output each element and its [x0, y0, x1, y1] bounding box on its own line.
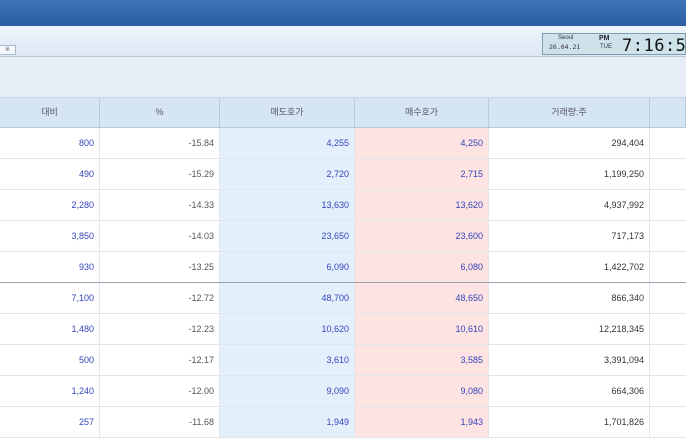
cell-percent: -15.29: [100, 159, 220, 189]
cell-ask-price: 23,650: [220, 221, 355, 251]
cell-extra: [650, 128, 686, 158]
table-row[interactable]: 257 -11.68 1,949 1,943 1,701,826: [0, 407, 686, 438]
clock-time: 7:16:57: [622, 36, 686, 56]
cell-extra: [650, 252, 686, 282]
cell-change: 800: [0, 128, 100, 158]
cell-percent: -12.72: [100, 283, 220, 313]
cell-volume: 3,391,094: [489, 345, 650, 375]
cell-percent: -14.33: [100, 190, 220, 220]
cell-change: 500: [0, 345, 100, 375]
cell-ask-price: 13,630: [220, 190, 355, 220]
cell-ask-price: 4,255: [220, 128, 355, 158]
cell-percent: -12.00: [100, 376, 220, 406]
cell-extra: [650, 376, 686, 406]
toolbar-area: [0, 57, 686, 97]
clock-day: TUE: [600, 44, 612, 50]
cell-ask-price: 6,090: [220, 252, 355, 282]
cell-bid-price: 10,610: [355, 314, 489, 344]
table-row[interactable]: 1,480 -12.23 10,620 10,610 12,218,345: [0, 314, 686, 345]
table-row[interactable]: 800 -15.84 4,255 4,250 294,404: [0, 128, 686, 159]
cell-extra: [650, 159, 686, 189]
cell-volume: 717,173: [489, 221, 650, 251]
col-header-percent[interactable]: %: [100, 98, 220, 127]
cell-volume: 1,701,826: [489, 407, 650, 437]
cell-ask-price: 3,610: [220, 345, 355, 375]
table-row[interactable]: 1,240 -12.00 9,090 9,080 664,306: [0, 376, 686, 407]
cell-bid-price: 1,943: [355, 407, 489, 437]
table-row[interactable]: 930 -13.25 6,090 6,080 1,422,702: [0, 252, 686, 283]
cell-change: 257: [0, 407, 100, 437]
cell-percent: -11.68: [100, 407, 220, 437]
cell-extra: [650, 283, 686, 313]
cell-ask-price: 1,949: [220, 407, 355, 437]
cell-percent: -12.17: [100, 345, 220, 375]
col-header-ask[interactable]: 매도호가: [220, 98, 355, 127]
cell-ask-price: 10,620: [220, 314, 355, 344]
col-header-bid[interactable]: 매수호가: [355, 98, 489, 127]
clock-date: 26.04.21: [549, 43, 581, 51]
cell-volume: 664,306: [489, 376, 650, 406]
tab-stub[interactable]: ※: [0, 45, 16, 55]
cell-extra: [650, 345, 686, 375]
cell-percent: -14.03: [100, 221, 220, 251]
cell-change: 2,280: [0, 190, 100, 220]
table-row[interactable]: 490 -15.29 2,720 2,715 1,199,250: [0, 159, 686, 190]
cell-volume: 1,199,250: [489, 159, 650, 189]
window-titlebar[interactable]: [0, 0, 686, 26]
cell-extra: [650, 407, 686, 437]
world-clock: Seoul 26.04.21 PM TUE 7:16:57: [542, 33, 686, 56]
cell-extra: [650, 190, 686, 220]
clock-city: Seoul: [558, 35, 574, 41]
cell-change: 490: [0, 159, 100, 189]
table-row[interactable]: 2,280 -14.33 13,630 13,620 4,937,992: [0, 190, 686, 221]
cell-bid-price: 4,250: [355, 128, 489, 158]
cell-ask-price: 9,090: [220, 376, 355, 406]
cell-change: 1,240: [0, 376, 100, 406]
cell-volume: 866,340: [489, 283, 650, 313]
cell-extra: [650, 314, 686, 344]
grid-body: 800 -15.84 4,255 4,250 294,404 490 -15.29 2,720…: [0, 128, 686, 438]
cell-percent: -15.84: [100, 128, 220, 158]
cell-bid-price: 2,715: [355, 159, 489, 189]
cell-change: 930: [0, 252, 100, 282]
table-row[interactable]: 500 -12.17 3,610 3,585 3,391,094: [0, 345, 686, 376]
cell-percent: -13.25: [100, 252, 220, 282]
cell-volume: 4,937,992: [489, 190, 650, 220]
col-header-volume[interactable]: 거래량:주: [489, 98, 650, 127]
cell-volume: 294,404: [489, 128, 650, 158]
cell-volume: 12,218,345: [489, 314, 650, 344]
cell-bid-price: 6,080: [355, 252, 489, 282]
cell-change: 7,100: [0, 283, 100, 313]
cell-ask-price: 2,720: [220, 159, 355, 189]
stock-grid: 대비 % 매도호가 매수호가 거래량:주 800 -15.84 4,255 4,250…: [0, 97, 686, 438]
grid-header: 대비 % 매도호가 매수호가 거래량:주: [0, 97, 686, 128]
table-row[interactable]: 7,100 -12.72 48,700 48,650 866,340: [0, 283, 686, 314]
cell-bid-price: 3,585: [355, 345, 489, 375]
table-row[interactable]: 3,850 -14.03 23,650 23,600 717,173: [0, 221, 686, 252]
cell-bid-price: 13,620: [355, 190, 489, 220]
col-header-change[interactable]: 대비: [0, 98, 100, 127]
cell-percent: -12.23: [100, 314, 220, 344]
cell-volume: 1,422,702: [489, 252, 650, 282]
cell-bid-price: 9,080: [355, 376, 489, 406]
cell-extra: [650, 221, 686, 251]
cell-change: 1,480: [0, 314, 100, 344]
clock-ampm: PM: [599, 35, 610, 42]
cell-bid-price: 23,600: [355, 221, 489, 251]
cell-change: 3,850: [0, 221, 100, 251]
col-header-extra[interactable]: [650, 98, 686, 127]
cell-ask-price: 48,700: [220, 283, 355, 313]
cell-bid-price: 48,650: [355, 283, 489, 313]
